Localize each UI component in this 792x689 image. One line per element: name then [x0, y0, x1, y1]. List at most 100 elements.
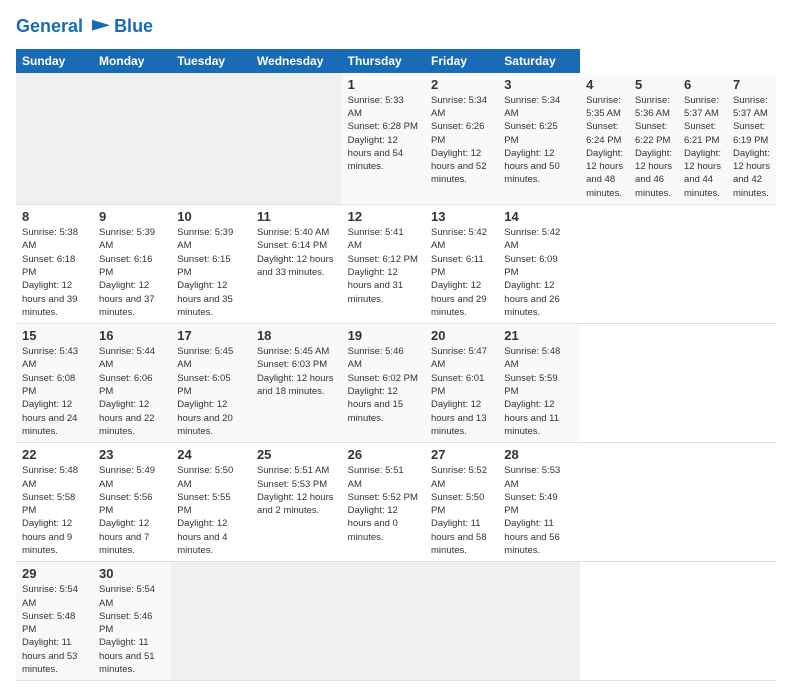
day-info: Sunrise: 5:39 AMSunset: 6:15 PMDaylight:… [177, 227, 233, 318]
calendar-cell: 11 Sunrise: 5:40 AMSunset: 6:14 PMDayligh… [251, 205, 342, 324]
day-info: Sunrise: 5:34 AMSunset: 6:26 PMDaylight:… [431, 95, 487, 186]
logo-text-general: General [16, 16, 83, 36]
day-header-friday: Friday [425, 49, 498, 73]
week-row-4: 29Sunrise: 5:54 AMSunset: 5:48 PMDayligh… [16, 562, 776, 681]
day-number: 8 [22, 209, 87, 224]
calendar-cell: 21 Sunrise: 5:48 AMSunset: 5:59 PMDayligh… [498, 324, 580, 443]
day-info: Sunrise: 5:42 AMSunset: 6:11 PMDaylight:… [431, 227, 487, 318]
day-number: 27 [431, 447, 492, 462]
day-info: Sunrise: 5:37 AMSunset: 6:19 PMDaylight:… [733, 95, 770, 199]
day-number: 23 [99, 447, 165, 462]
calendar-cell: 16 Sunrise: 5:44 AMSunset: 6:06 PMDayligh… [93, 324, 171, 443]
calendar-cell: 29Sunrise: 5:54 AMSunset: 5:48 PMDayligh… [16, 562, 93, 681]
day-number: 15 [22, 328, 87, 343]
day-number: 2 [431, 77, 492, 92]
day-number: 10 [177, 209, 245, 224]
day-info: Sunrise: 5:38 AMSunset: 6:18 PMDaylight:… [22, 227, 78, 318]
calendar-cell: 9 Sunrise: 5:39 AMSunset: 6:16 PMDaylight… [93, 205, 171, 324]
day-header-monday: Monday [93, 49, 171, 73]
day-info: Sunrise: 5:43 AMSunset: 6:08 PMDaylight:… [22, 346, 78, 437]
day-number: 25 [257, 447, 336, 462]
calendar-cell: 22 Sunrise: 5:48 AMSunset: 5:58 PMDayligh… [16, 443, 93, 562]
calendar-cell: 24 Sunrise: 5:50 AMSunset: 5:55 PMDayligh… [171, 443, 251, 562]
calendar-cell: 1 Sunrise: 5:33 AMSunset: 6:28 PMDaylight… [342, 73, 425, 205]
day-info: Sunrise: 5:42 AMSunset: 6:09 PMDaylight:… [504, 227, 560, 318]
day-number: 5 [635, 77, 672, 92]
day-info: Sunrise: 5:44 AMSunset: 6:06 PMDaylight:… [99, 346, 155, 437]
calendar-cell: 27 Sunrise: 5:52 AMSunset: 5:50 PMDayligh… [425, 443, 498, 562]
day-info: Sunrise: 5:45 AMSunset: 6:03 PMDaylight:… [257, 346, 334, 397]
calendar-cell: 19Sunrise: 5:46 AMSunset: 6:02 PMDayligh… [342, 324, 425, 443]
day-number: 12 [348, 209, 419, 224]
day-header-sunday: Sunday [16, 49, 93, 73]
day-info: Sunrise: 5:48 AMSunset: 5:59 PMDaylight:… [504, 346, 560, 437]
day-info: Sunrise: 5:52 AMSunset: 5:50 PMDaylight:… [431, 465, 487, 556]
day-number: 4 [586, 77, 623, 92]
calendar-cell [251, 73, 342, 205]
calendar-cell: 2 Sunrise: 5:34 AMSunset: 6:26 PMDaylight… [425, 73, 498, 205]
day-number: 21 [504, 328, 574, 343]
day-number: 26 [348, 447, 419, 462]
day-info: Sunrise: 5:49 AMSunset: 5:56 PMDaylight:… [99, 465, 155, 556]
day-number: 16 [99, 328, 165, 343]
day-number: 14 [504, 209, 574, 224]
day-number: 20 [431, 328, 492, 343]
calendar-cell [171, 73, 251, 205]
day-info: Sunrise: 5:48 AMSunset: 5:58 PMDaylight:… [22, 465, 78, 556]
calendar-cell: 25 Sunrise: 5:51 AMSunset: 5:53 PMDayligh… [251, 443, 342, 562]
calendar-cell: 8 Sunrise: 5:38 AMSunset: 6:18 PMDaylight… [16, 205, 93, 324]
calendar-cell [93, 73, 171, 205]
calendar-cell [16, 73, 93, 205]
day-number: 28 [504, 447, 574, 462]
calendar-cell: 5 Sunrise: 5:36 AMSunset: 6:22 PMDaylight… [629, 73, 678, 205]
calendar-cell: 26 Sunrise: 5:51 AMSunset: 5:52 PMDayligh… [342, 443, 425, 562]
calendar-container: General Blue SundayMondayTuesdayWednesda… [0, 0, 792, 689]
day-number: 6 [684, 77, 721, 92]
calendar-table: SundayMondayTuesdayWednesdayThursdayFrid… [16, 49, 776, 682]
calendar-cell: 18 Sunrise: 5:45 AMSunset: 6:03 PMDayligh… [251, 324, 342, 443]
day-number: 9 [99, 209, 165, 224]
day-number: 17 [177, 328, 245, 343]
day-info: Sunrise: 5:35 AMSunset: 6:24 PMDaylight:… [586, 95, 623, 199]
day-number: 1 [348, 77, 419, 92]
week-row-3: 22 Sunrise: 5:48 AMSunset: 5:58 PMDayligh… [16, 443, 776, 562]
calendar-cell: 30Sunrise: 5:54 AMSunset: 5:46 PMDayligh… [93, 562, 171, 681]
day-number: 19 [348, 328, 419, 343]
calendar-body: 1 Sunrise: 5:33 AMSunset: 6:28 PMDaylight… [16, 73, 776, 681]
day-header-tuesday: Tuesday [171, 49, 251, 73]
day-info: Sunrise: 5:53 AMSunset: 5:49 PMDaylight:… [504, 465, 560, 556]
day-number: 18 [257, 328, 336, 343]
day-info: Sunrise: 5:41 AMSunset: 6:12 PMDaylight:… [348, 227, 418, 304]
day-header-thursday: Thursday [342, 49, 425, 73]
day-info: Sunrise: 5:47 AMSunset: 6:01 PMDaylight:… [431, 346, 487, 437]
day-info: Sunrise: 5:51 AMSunset: 5:53 PMDaylight:… [257, 465, 334, 516]
logo: General Blue [16, 16, 153, 37]
calendar-cell: 3Sunrise: 5:34 AMSunset: 6:25 PMDaylight… [498, 73, 580, 205]
day-info: Sunrise: 5:36 AMSunset: 6:22 PMDaylight:… [635, 95, 672, 199]
day-info: Sunrise: 5:51 AMSunset: 5:52 PMDaylight:… [348, 465, 418, 542]
day-info: Sunrise: 5:45 AMSunset: 6:05 PMDaylight:… [177, 346, 233, 437]
week-row-0: 1 Sunrise: 5:33 AMSunset: 6:28 PMDaylight… [16, 73, 776, 205]
calendar-cell: 28 Sunrise: 5:53 AMSunset: 5:49 PMDayligh… [498, 443, 580, 562]
day-number: 22 [22, 447, 87, 462]
calendar-cell [251, 562, 342, 681]
day-info: Sunrise: 5:39 AMSunset: 6:16 PMDaylight:… [99, 227, 155, 318]
day-info: Sunrise: 5:37 AMSunset: 6:21 PMDaylight:… [684, 95, 721, 199]
week-row-2: 15 Sunrise: 5:43 AMSunset: 6:08 PMDayligh… [16, 324, 776, 443]
calendar-cell: 17 Sunrise: 5:45 AMSunset: 6:05 PMDayligh… [171, 324, 251, 443]
calendar-cell: 15 Sunrise: 5:43 AMSunset: 6:08 PMDayligh… [16, 324, 93, 443]
day-number: 24 [177, 447, 245, 462]
calendar-cell [498, 562, 580, 681]
day-info: Sunrise: 5:34 AMSunset: 6:25 PMDaylight:… [504, 95, 560, 186]
day-number: 7 [733, 77, 770, 92]
day-number: 30 [99, 566, 165, 581]
day-info: Sunrise: 5:33 AMSunset: 6:28 PMDaylight:… [348, 95, 418, 172]
day-number: 11 [257, 209, 336, 224]
day-info: Sunrise: 5:50 AMSunset: 5:55 PMDaylight:… [177, 465, 233, 556]
day-header-saturday: Saturday [498, 49, 580, 73]
day-number: 29 [22, 566, 87, 581]
calendar-cell: 6 Sunrise: 5:37 AMSunset: 6:21 PMDaylight… [678, 73, 727, 205]
day-number: 13 [431, 209, 492, 224]
calendar-cell: 13 Sunrise: 5:42 AMSunset: 6:11 PMDayligh… [425, 205, 498, 324]
day-info: Sunrise: 5:40 AMSunset: 6:14 PMDaylight:… [257, 227, 334, 278]
